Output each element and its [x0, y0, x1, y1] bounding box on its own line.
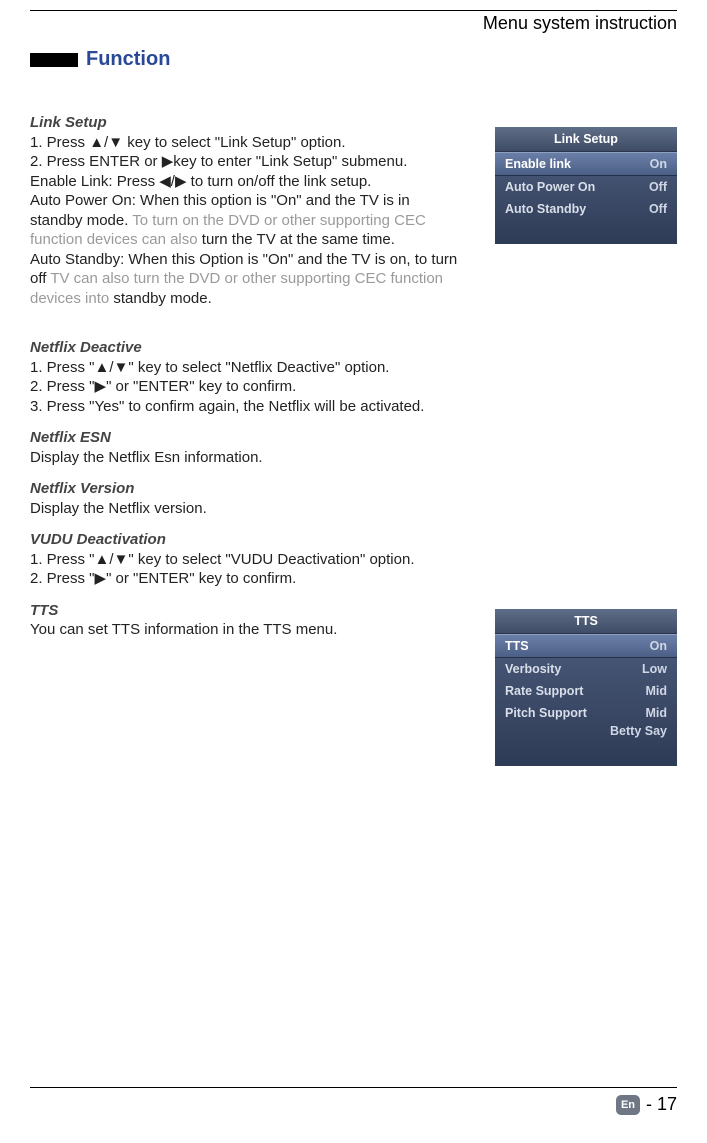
osd-row-value: Mid: [645, 706, 667, 720]
body-text: key to select "Link Setup" option.: [123, 134, 345, 151]
osd-row-label: Verbosity: [505, 662, 561, 676]
body-text: Enable Link: Press: [30, 173, 159, 190]
right-arrow-icon: ▶: [95, 570, 107, 587]
up-down-arrow-icon: ▲/▼: [95, 359, 129, 376]
body-text: Display the Netflix version.: [30, 500, 207, 517]
body-text: 2. Press ENTER or: [30, 153, 162, 170]
osd-row-label: Auto Power On: [505, 180, 595, 194]
body-text: " key to select "VUDU Deactivation" opti…: [128, 551, 414, 568]
body-text: Display the Netflix Esn information.: [30, 449, 263, 466]
osd-extra-text: Betty Say: [495, 724, 677, 742]
osd-row-value: Off: [649, 180, 667, 194]
osd-row-value: Low: [642, 662, 667, 676]
body-text: 1. Press: [30, 134, 89, 151]
osd-row[interactable]: Rate Support Mid: [495, 680, 677, 702]
right-arrow-icon: ▶: [95, 378, 107, 395]
osd-row-label: TTS: [505, 639, 529, 653]
body-text: 2. Press ": [30, 378, 95, 395]
tts-heading: TTS: [30, 602, 58, 619]
link-setup-heading: Link Setup: [30, 114, 107, 131]
osd-row-value: On: [650, 157, 667, 171]
osd-row-label: Auto Standby: [505, 202, 586, 216]
body-text: " key to select "Netflix Deactive" optio…: [128, 359, 389, 376]
body-text: to turn on/off the link setup.: [187, 173, 372, 190]
section-title: Function: [86, 48, 170, 71]
body-text: 3. Press "Yes" to confirm again, the Net…: [30, 398, 424, 415]
osd-row-value: On: [650, 639, 667, 653]
osd-row-label: Enable link: [505, 157, 571, 171]
vudu-heading: VUDU Deactivation: [30, 531, 166, 548]
left-right-arrow-icon: ◀/▶: [159, 173, 186, 190]
netflix-esn-heading: Netflix ESN: [30, 429, 111, 446]
right-arrow-icon: ▶: [162, 153, 174, 170]
osd-row[interactable]: Auto Standby Off: [495, 198, 677, 220]
osd-row[interactable]: Auto Power On Off: [495, 176, 677, 198]
page-number: - 17: [646, 1094, 677, 1115]
body-text: standby mode.: [113, 290, 211, 307]
osd-row[interactable]: Verbosity Low: [495, 658, 677, 680]
osd-panel-tts: TTS TTSOnVerbosityLowRate SupportMidPitc…: [495, 609, 677, 766]
language-badge: En: [616, 1095, 640, 1115]
netflix-version-heading: Netflix Version: [30, 480, 134, 497]
faded-text: TV can also turn the DVD or other suppor…: [30, 270, 443, 307]
netflix-deactive-heading: Netflix Deactive: [30, 339, 142, 356]
chapter-title: Menu system instruction: [30, 13, 677, 34]
osd-row-label: Pitch Support: [505, 706, 587, 720]
body-text: 1. Press ": [30, 359, 95, 376]
body-text: 2. Press ": [30, 570, 95, 587]
body-text: turn the TV at the same time.: [202, 231, 395, 248]
body-text: 1. Press ": [30, 551, 95, 568]
body-text: " or "ENTER" key to confirm.: [106, 570, 296, 587]
osd-row[interactable]: Enable link On: [495, 152, 677, 176]
body-text: You can set TTS information in the TTS m…: [30, 621, 337, 638]
osd-panel-link-setup: Link Setup Enable link On Auto Power On Off…: [495, 127, 677, 244]
osd-title: TTS: [495, 609, 677, 634]
up-down-arrow-icon: ▲/▼: [95, 551, 129, 568]
up-down-arrow-icon: ▲/▼: [89, 134, 123, 151]
osd-title: Link Setup: [495, 127, 677, 152]
osd-row-label: Rate Support: [505, 684, 583, 698]
osd-row[interactable]: TTS On: [495, 634, 677, 658]
body-text: " or "ENTER" key to confirm.: [106, 378, 296, 395]
osd-row-value: Off: [649, 202, 667, 216]
section-bar-decoration: [30, 53, 78, 67]
body-text: key to enter "Link Setup" submenu.: [173, 153, 407, 170]
osd-row-value: Mid: [645, 684, 667, 698]
osd-row[interactable]: Pitch Support Mid: [495, 702, 677, 724]
